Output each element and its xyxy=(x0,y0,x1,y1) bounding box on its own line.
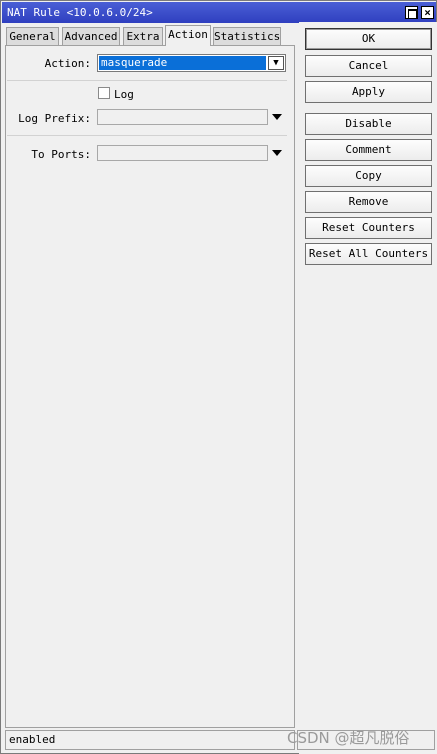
log-checkbox[interactable] xyxy=(98,87,110,99)
to-ports-label: To Ports: xyxy=(31,148,91,161)
chevron-down-icon[interactable] xyxy=(272,114,282,120)
apply-button[interactable]: Apply xyxy=(305,81,432,103)
window-title: NAT Rule <10.0.6.0/24> xyxy=(7,6,153,19)
nat-rule-window: NAT Rule <10.0.6.0/24> × General Advance… xyxy=(0,0,437,754)
cancel-button[interactable]: Cancel xyxy=(305,55,432,77)
tab-action[interactable]: Action xyxy=(165,25,211,46)
reset-all-counters-button[interactable]: Reset All Counters xyxy=(305,243,432,265)
ok-button[interactable]: OK xyxy=(305,28,432,50)
action-select-value: masquerade xyxy=(99,56,266,70)
action-select[interactable]: masquerade ▼ xyxy=(97,54,286,72)
comment-button[interactable]: Comment xyxy=(305,139,432,161)
copy-button[interactable]: Copy xyxy=(305,165,432,187)
divider xyxy=(7,80,287,81)
log-prefix-label: Log Prefix: xyxy=(18,112,91,125)
title-bar[interactable]: NAT Rule <10.0.6.0/24> × xyxy=(2,2,436,23)
reset-counters-button[interactable]: Reset Counters xyxy=(305,217,432,239)
remove-button[interactable]: Remove xyxy=(305,191,432,213)
disable-button[interactable]: Disable xyxy=(305,113,432,135)
maximize-icon[interactable] xyxy=(405,6,418,19)
chevron-down-icon[interactable] xyxy=(272,150,282,156)
tab-general[interactable]: General xyxy=(6,27,59,46)
watermark: CSDN @超凡脱俗 xyxy=(287,729,410,747)
divider xyxy=(7,135,287,136)
tab-extra[interactable]: Extra xyxy=(123,27,163,46)
close-icon[interactable]: × xyxy=(421,6,434,19)
tab-statistics[interactable]: Statistics xyxy=(213,27,281,46)
status-text: enabled xyxy=(9,733,56,746)
status-bar: enabled xyxy=(5,730,295,750)
chevron-down-icon[interactable]: ▼ xyxy=(268,56,284,70)
to-ports-input[interactable] xyxy=(97,145,268,161)
tab-advanced[interactable]: Advanced xyxy=(62,27,120,46)
log-label: Log xyxy=(114,88,134,101)
action-label: Action: xyxy=(44,57,91,70)
log-prefix-input[interactable] xyxy=(97,109,268,125)
